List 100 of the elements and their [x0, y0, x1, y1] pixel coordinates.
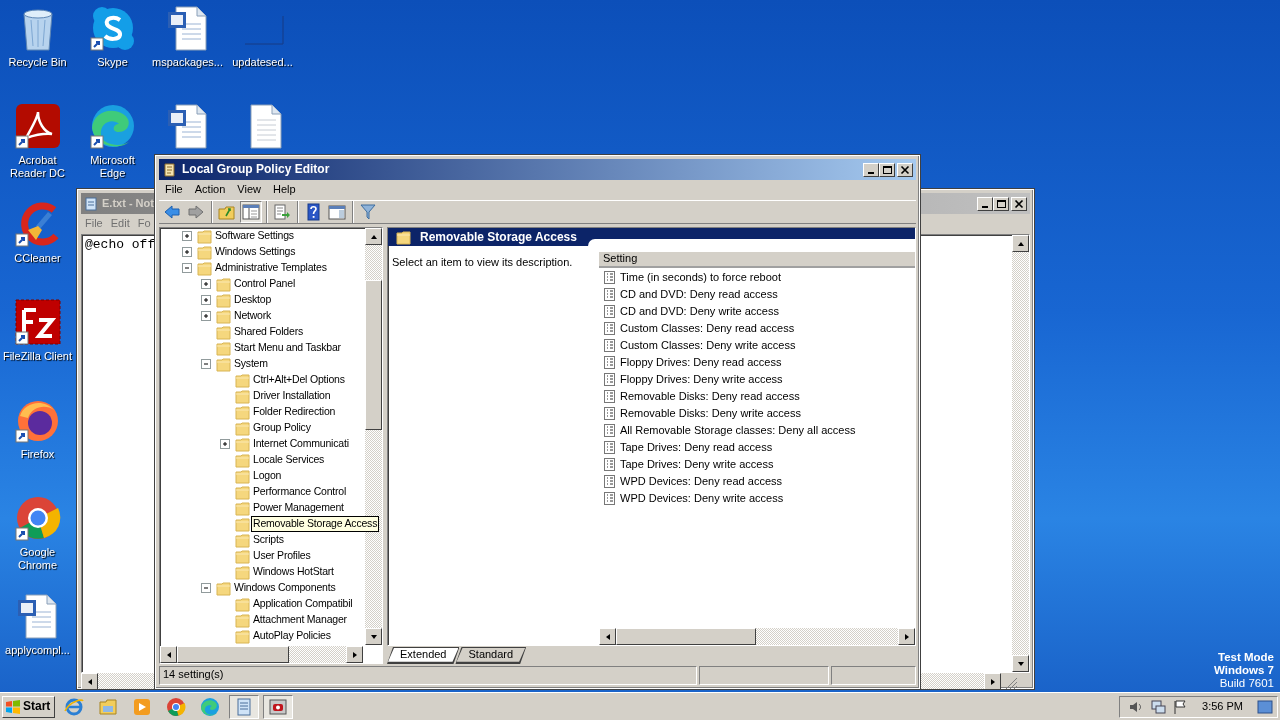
icon-label[interactable]: Microsoft Edge [76, 154, 149, 180]
tree-item[interactable]: Folder Redirection [251, 404, 338, 420]
tree-item[interactable]: Shared Folders [232, 324, 305, 340]
icon-label[interactable]: Firefox [20, 448, 55, 461]
tree-item[interactable]: Internet Communicati [251, 436, 351, 452]
pdf-app-icon[interactable] [13, 102, 62, 150]
tree-item[interactable]: Removable Storage Access [251, 516, 380, 532]
collapse-toggle[interactable] [201, 582, 212, 594]
menu-item[interactable]: Action [188, 183, 232, 197]
icon-label[interactable]: FileZilla Client [2, 350, 73, 363]
setting-name[interactable]: CD and DVD: Deny write access [620, 304, 779, 319]
setting-name[interactable]: Removable Disks: Deny read access [620, 389, 800, 404]
round-app-icon[interactable] [88, 4, 137, 52]
tree-item[interactable]: Power Management [251, 500, 346, 516]
tree-item[interactable]: Start Menu and Taskbar [232, 340, 343, 356]
setting-name[interactable]: Removable Disks: Deny write access [620, 406, 801, 421]
scroll-thumb[interactable] [616, 628, 756, 645]
scroll-right-button[interactable] [898, 628, 915, 645]
setting-name[interactable]: Floppy Drives: Deny read access [620, 355, 782, 370]
menu-item[interactable]: Help [266, 183, 302, 197]
tree-item[interactable]: Network [232, 308, 274, 324]
setting-name[interactable]: WPD Devices: Deny read access [620, 474, 782, 489]
scroll-right-button[interactable] [346, 646, 363, 663]
scroll-up-button[interactable] [365, 228, 382, 245]
tree-item[interactable]: Control Panel [232, 276, 298, 292]
minimize-button[interactable] [977, 196, 993, 211]
setting-name[interactable]: Tape Drives: Deny write access [620, 457, 774, 472]
minimize-button[interactable] [863, 162, 879, 177]
clock[interactable]: 3:56 PM [1202, 699, 1243, 714]
vertical-scrollbar[interactable] [1012, 235, 1029, 672]
scroll-down-button[interactable] [1012, 655, 1029, 672]
scroll-left-button[interactable] [160, 646, 177, 663]
collapse-toggle[interactable] [201, 358, 212, 370]
horizontal-scrollbar[interactable] [160, 646, 363, 663]
tree-item[interactable]: Locale Services [251, 452, 327, 468]
collapse-toggle[interactable] [182, 262, 193, 274]
tree-item[interactable]: Logon [251, 468, 284, 484]
maximize-button[interactable] [879, 162, 895, 177]
setting-name[interactable]: CD and DVD: Deny read access [620, 287, 778, 302]
tree-item[interactable]: Windows Settings [213, 244, 298, 260]
setting-name[interactable]: Time (in seconds) to force reboot [620, 270, 781, 285]
close-button[interactable] [1011, 196, 1027, 211]
horizontal-scrollbar[interactable] [599, 628, 915, 645]
icon-label[interactable]: mspackages... [152, 56, 223, 69]
show-desktop-icon[interactable] [1257, 699, 1273, 714]
setting-name[interactable]: All Removable Storage classes: Deny all access [620, 423, 856, 438]
start-button[interactable]: Start [2, 695, 56, 718]
export-list-button[interactable] [271, 201, 293, 223]
taskbar-button[interactable] [263, 694, 294, 719]
tree-item[interactable]: Software Settings [213, 228, 296, 244]
close-button[interactable] [897, 162, 913, 177]
icon-label[interactable]: CCleaner [14, 252, 61, 265]
browser-icon[interactable] [13, 494, 62, 542]
column-header[interactable]: Setting [599, 252, 915, 268]
tree-item[interactable]: Ctrl+Alt+Del Options [251, 372, 347, 388]
setting-name[interactable]: WPD Devices: Deny write access [620, 491, 784, 506]
tree-item[interactable]: Attachment Manager [251, 612, 349, 628]
icon-label[interactable]: Recycle Bin [8, 56, 67, 69]
expand-toggle[interactable] [201, 310, 212, 322]
icon-label[interactable]: Skype [97, 56, 128, 69]
icon-label[interactable]: Google Chrome [1, 546, 74, 572]
tree-item[interactable]: Group Policy [251, 420, 313, 436]
tree-item[interactable]: Windows HotStart [251, 564, 336, 580]
setting-name[interactable]: Tape Drives: Deny read access [620, 440, 773, 455]
icon-label[interactable]: applycompl... [5, 644, 70, 657]
scroll-left-button[interactable] [81, 673, 98, 690]
scroll-left-button[interactable] [599, 628, 616, 645]
tree-item[interactable]: System [232, 356, 270, 372]
scroll-right-button[interactable] [984, 673, 1001, 690]
taskbar-button[interactable] [229, 694, 260, 719]
expand-toggle[interactable] [182, 246, 193, 258]
setting-name[interactable]: Floppy Drives: Deny write access [620, 372, 783, 387]
scroll-thumb[interactable] [177, 646, 289, 663]
setting-name[interactable]: Custom Classes: Deny write access [620, 338, 796, 353]
scroll-up-button[interactable] [1012, 235, 1029, 252]
tree-item[interactable]: Administrative Templates [213, 260, 329, 276]
ftp-app-icon[interactable] [13, 298, 62, 346]
toggle-tree-button[interactable] [240, 201, 262, 223]
expand-toggle[interactable] [201, 294, 212, 306]
maximize-button[interactable] [993, 196, 1009, 211]
menu-item[interactable]: File [159, 183, 189, 197]
tree-item[interactable]: Scripts [251, 532, 286, 548]
scroll-down-button[interactable] [365, 628, 382, 645]
tree-item[interactable]: Performance Control [251, 484, 349, 500]
icon-label[interactable]: updatesed... [232, 56, 293, 69]
flag-icon[interactable] [1172, 698, 1189, 715]
expand-toggle[interactable] [220, 438, 231, 450]
expand-toggle[interactable] [182, 230, 193, 242]
network-icon[interactable] [1150, 698, 1167, 715]
tree-item[interactable]: Driver Installation [251, 388, 333, 404]
tree-item[interactable]: Windows Components [232, 580, 338, 596]
tree-item[interactable]: Application Compatibil [251, 596, 355, 612]
setting-name[interactable]: Custom Classes: Deny read access [620, 321, 795, 336]
tree-item[interactable]: Desktop [232, 292, 274, 308]
tree-item[interactable]: AutoPlay Policies [251, 628, 333, 644]
browser-icon[interactable] [88, 102, 137, 150]
menu-item[interactable]: View [231, 183, 267, 197]
icon-label[interactable]: Acrobat Reader DC [1, 154, 74, 180]
scroll-thumb[interactable] [365, 280, 382, 430]
tree-item[interactable]: User Profiles [251, 548, 313, 564]
